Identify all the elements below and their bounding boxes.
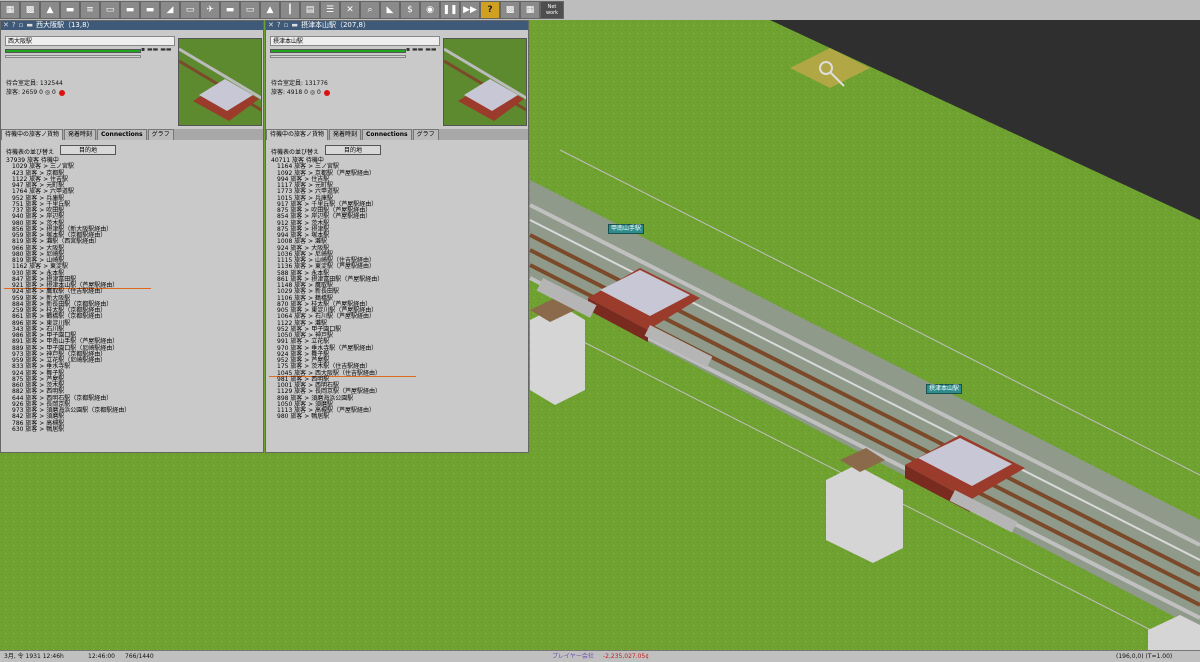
- remove-icon[interactable]: ✕: [340, 1, 360, 19]
- waiting-capacity: 待合室定員: 132544: [6, 80, 63, 87]
- window-titlebar[interactable]: ✕? ▫ ▬ 西大阪駅（13,8）: [1, 21, 263, 30]
- road-icon[interactable]: ▬: [60, 1, 80, 19]
- freight-icons: ▪ ▬▬ ▬▬: [406, 46, 437, 53]
- list-icon[interactable]: ☰: [320, 1, 340, 19]
- mail-count: 0: [304, 89, 308, 96]
- window-tabs: 待機中の旅客ノ貨物 発着時刻 Connections グラフ: [266, 129, 528, 140]
- cargo-summary: 旅客: 4918 0 ◎ 0: [271, 87, 330, 96]
- station-name-field[interactable]: 西大阪駅: [5, 36, 175, 46]
- station-label-konan-yamate[interactable]: 甲南山手駅: [608, 224, 645, 234]
- window-title: 西大阪駅（13,8）: [35, 21, 94, 29]
- ship-icon[interactable]: ◢: [160, 1, 180, 19]
- station-icon: ▬: [291, 21, 298, 29]
- window-title: 摂津本山駅（207,8）: [300, 21, 371, 29]
- capacity-bar: [270, 49, 406, 53]
- status-player-company: プレイヤー会社: [552, 653, 594, 660]
- pause-icon[interactable]: ❚❚: [440, 1, 460, 19]
- status-money: -2,235,027.05¢: [603, 653, 650, 660]
- window-tabs: 待機中の旅客ノ貨物 発着時刻 Connections グラフ: [1, 129, 263, 140]
- stop-icon: [58, 89, 65, 96]
- pin-icon[interactable]: ▫: [284, 21, 289, 30]
- main-toolbar: ▦ ▩ ▲ ▬ ≡ ▭ ▬ ▬ ◢ ▭ ✈ ▬ ▭ ▲ ┃ ▤ ☰ ✕ ⌕ ◣ $ ◉ ❚❚ ▶▶? ▩ ▦ Net work: [0, 0, 1200, 21]
- status-coords: (196,0,0) (T=1.00): [1116, 653, 1173, 660]
- waiting-list: 40711 旅客 待機中 1164 旅客 > 三ノ宮駅 1092 旅客 > 京都駅（…: [269, 157, 526, 421]
- tab-1[interactable]: 発着時刻: [329, 129, 362, 140]
- cargo-summary: 旅客: 2659 0 ◎ 0: [6, 87, 65, 96]
- status-bar: 3月, 令 1931 12:46h 12:46:00 766/1440 プレイヤ…: [0, 650, 1200, 662]
- tab-3[interactable]: グラフ: [147, 129, 174, 140]
- train-icon[interactable]: ▭: [180, 1, 200, 19]
- grid-icon[interactable]: ▦: [520, 1, 540, 19]
- inspect-icon[interactable]: ⌕: [360, 1, 380, 19]
- status-time: 12:46:00: [88, 653, 115, 660]
- signal-icon[interactable]: ┃: [280, 1, 300, 19]
- airport-icon[interactable]: ✈: [200, 1, 220, 19]
- tab-0[interactable]: 待機中の旅客ノ貨物: [1, 129, 64, 140]
- window-titlebar[interactable]: ✕? ▫ ▬ 摂津本山駅（207,8）: [266, 21, 528, 30]
- map-icon[interactable]: ▩: [20, 1, 40, 19]
- tab-2[interactable]: Connections: [97, 129, 147, 140]
- station-window-settsu-motoyama: ✕? ▫ ▬ 摂津本山駅（207,8） 摂津本山駅 ▪ ▬▬ ▬▬ 待合室定員: 13177…: [265, 20, 529, 453]
- tram-icon[interactable]: ▭: [100, 1, 120, 19]
- goods-count: 0: [317, 89, 321, 96]
- passenger-count: 旅客: 4918: [271, 89, 303, 96]
- close-icon[interactable]: ✕: [268, 21, 274, 30]
- slope-icon[interactable]: ◣: [380, 1, 400, 19]
- tab-2[interactable]: Connections: [362, 129, 412, 140]
- station-label-settsu-motoyama[interactable]: 摂津本山駅: [926, 384, 963, 394]
- capacity-bar-secondary: [5, 55, 141, 58]
- screenshot-icon[interactable]: ◉: [420, 1, 440, 19]
- close-icon[interactable]: ✕: [3, 21, 9, 30]
- landscape-icon[interactable]: ▲: [40, 1, 60, 19]
- freight-icons: ▪ ▬▬ ▬▬: [141, 46, 172, 53]
- goods-count: 0: [52, 89, 56, 96]
- depot-icon[interactable]: ▭: [240, 1, 260, 19]
- list-item: 630 旅客 > 鴨居駅: [12, 425, 65, 433]
- capacity-bar: [5, 49, 141, 53]
- help-icon[interactable]: ?: [277, 21, 281, 30]
- station-window-nishi-osaka: ✕? ▫ ▬ 西大阪駅（13,8） 西大阪駅 ▪ ▬▬ ▬▬ 待合室定員: 132544 旅客…: [0, 20, 264, 453]
- status-date: 3月, 令 1931 12:46h: [4, 653, 64, 660]
- capacity-bar-secondary: [270, 55, 406, 58]
- sort-destination-button[interactable]: 目的地: [60, 145, 116, 155]
- sort-label: 待機表の並び替え: [6, 149, 55, 156]
- tab-3[interactable]: グラフ: [412, 129, 439, 140]
- tab-1[interactable]: 発着時刻: [64, 129, 97, 140]
- minimap-icon[interactable]: ▩: [500, 1, 520, 19]
- help-icon[interactable]: ?: [12, 21, 16, 30]
- rail-icon[interactable]: ≡: [80, 1, 100, 19]
- money-icon[interactable]: $: [400, 1, 420, 19]
- station-icon: ▬: [26, 21, 33, 29]
- monorail-icon[interactable]: ▬: [120, 1, 140, 19]
- station-thumbnail[interactable]: [443, 38, 527, 126]
- network-button[interactable]: Net work: [540, 1, 564, 19]
- maglev-icon[interactable]: ▬: [140, 1, 160, 19]
- industry-icon[interactable]: ▲: [260, 1, 280, 19]
- station-thumbnail[interactable]: [178, 38, 262, 126]
- stop-icon[interactable]: ▤: [300, 1, 320, 19]
- tab-0[interactable]: 待機中の旅客ノ貨物: [266, 129, 329, 140]
- station-name-field[interactable]: 摂津本山駅: [270, 36, 440, 46]
- waiting-list: 37939 旅客 待機中 1029 旅客 > 三ノ宮駅 423 旅客 > 京都駅 11…: [4, 157, 261, 433]
- stop-icon: [323, 89, 330, 96]
- waiting-capacity: 待合室定員: 131776: [271, 80, 328, 87]
- save-icon[interactable]: ▦: [0, 1, 20, 19]
- help-icon[interactable]: ?: [480, 1, 500, 19]
- bus-icon[interactable]: ▬: [220, 1, 240, 19]
- list-item: 980 旅客 > 鴨居駅: [277, 413, 330, 421]
- fast-forward-icon[interactable]: ▶▶: [460, 1, 480, 19]
- status-ratio: 766/1440: [125, 653, 154, 660]
- sort-label: 待機表の並び替え: [271, 149, 320, 156]
- mail-count: 0: [39, 89, 43, 96]
- pin-icon[interactable]: ▫: [19, 21, 24, 30]
- passenger-count: 旅客: 2659: [6, 89, 38, 96]
- sort-destination-button[interactable]: 目的地: [325, 145, 381, 155]
